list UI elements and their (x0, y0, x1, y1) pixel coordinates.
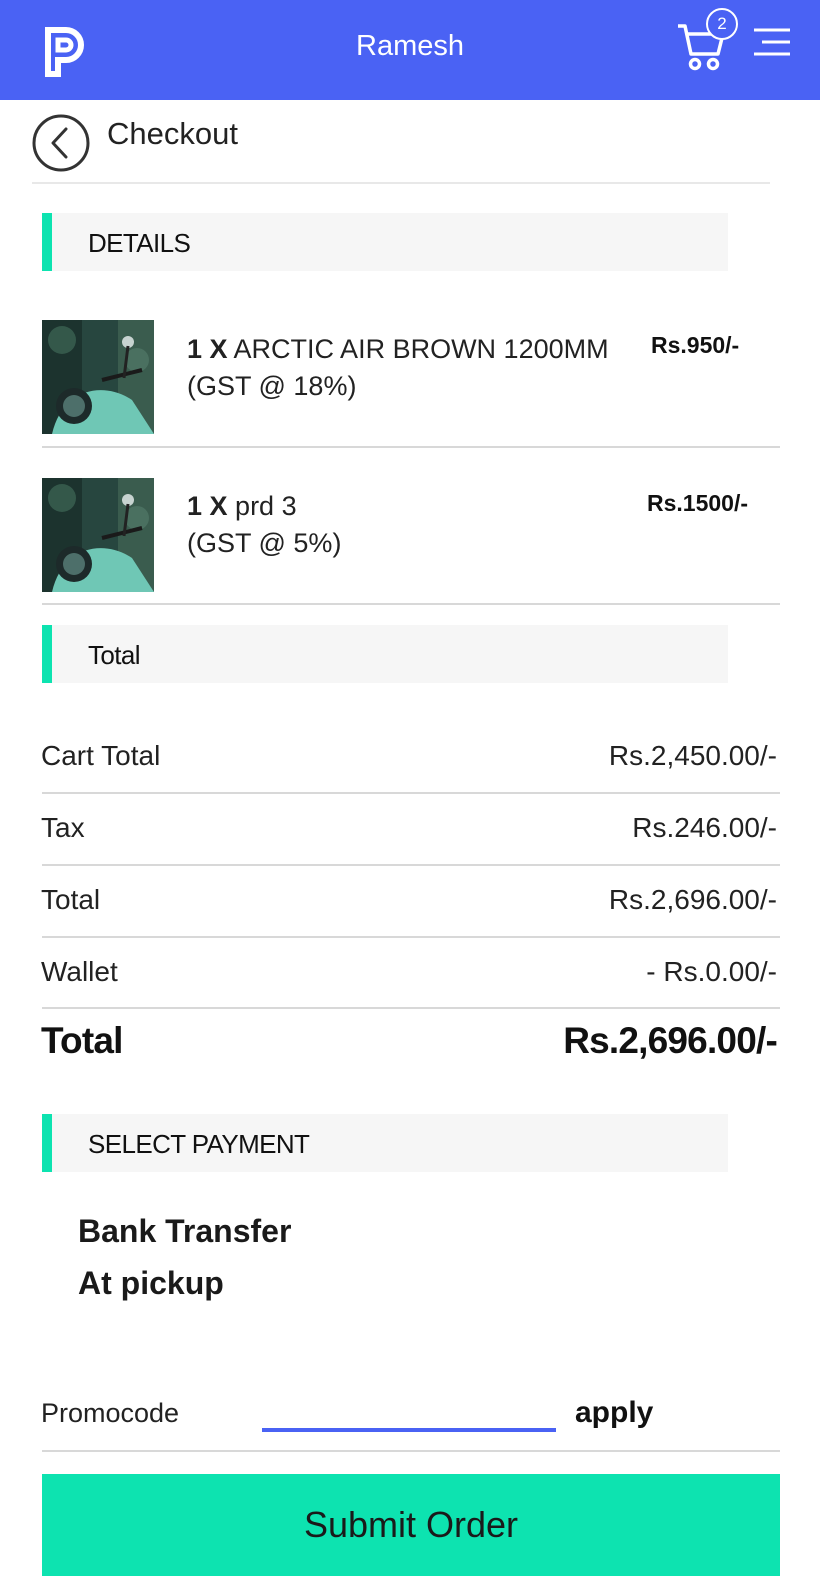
divider (42, 1007, 780, 1009)
tax-label: Tax (41, 812, 85, 843)
cart-item: 1 X prd 3 (GST @ 5%) (187, 488, 341, 562)
cart-total-label: Cart Total (41, 740, 161, 771)
section-title: Total (88, 640, 141, 670)
submit-order-button[interactable]: Submit Order (42, 1474, 780, 1576)
item-price: Rs.1500/- (647, 490, 749, 516)
grand-total-value: Rs.2,696.00/- (563, 1020, 778, 1061)
section-header-payment: SELECT PAYMENT (42, 1114, 728, 1172)
item-qty: 1 X (187, 334, 228, 364)
promocode-input[interactable] (262, 1392, 556, 1432)
item-price: Rs.950/- (651, 332, 740, 358)
divider (42, 936, 780, 938)
submit-order-label: Submit Order (303, 1504, 519, 1545)
hamburger-menu-icon[interactable] (752, 26, 792, 60)
wallet-label: Wallet (41, 956, 118, 987)
section-title: DETAILS (88, 228, 191, 258)
item-name: prd 3 (235, 491, 297, 521)
divider (42, 792, 780, 794)
item-qty: 1 X (187, 491, 228, 521)
section-title: SELECT PAYMENT (88, 1129, 310, 1159)
divider (42, 603, 780, 605)
divider (42, 864, 780, 866)
total-label: Total (41, 884, 101, 915)
item-tax: (GST @ 5%) (187, 528, 342, 558)
page-title: Checkout (107, 116, 238, 151)
product-thumbnail (42, 320, 154, 434)
apply-promocode-button[interactable]: apply (575, 1396, 653, 1430)
wallet-value: - Rs.0.00/- (646, 956, 777, 987)
promocode-label: Promocode (41, 1398, 180, 1428)
app-header: Ramesh 2 (0, 0, 820, 100)
section-header-total: Total (42, 625, 728, 683)
accent-bar (42, 625, 52, 683)
cart-total-value: Rs.2,450.00/- (608, 740, 777, 771)
product-thumbnail (42, 478, 154, 592)
divider (42, 446, 780, 448)
item-name: ARCTIC AIR BROWN 1200MM (233, 334, 609, 364)
back-arrow-icon[interactable] (32, 114, 90, 172)
accent-bar (42, 1114, 52, 1172)
item-tax: (GST @ 18%) (187, 371, 357, 401)
grand-total-label: Total (41, 1020, 123, 1061)
cart-count-badge: 2 (706, 8, 738, 40)
payment-option-bank-transfer[interactable]: Bank Transfer (78, 1213, 291, 1250)
divider (32, 182, 770, 184)
accent-bar (42, 213, 52, 271)
divider (42, 1450, 780, 1452)
cart-item: 1 X ARCTIC AIR BROWN 1200MM (GST @ 18%) (187, 331, 609, 405)
total-value: Rs.2,696.00/- (608, 884, 777, 915)
payment-option-at-pickup[interactable]: At pickup (78, 1265, 224, 1302)
tax-value: Rs.246.00/- (632, 812, 777, 843)
section-header-details: DETAILS (42, 213, 728, 271)
